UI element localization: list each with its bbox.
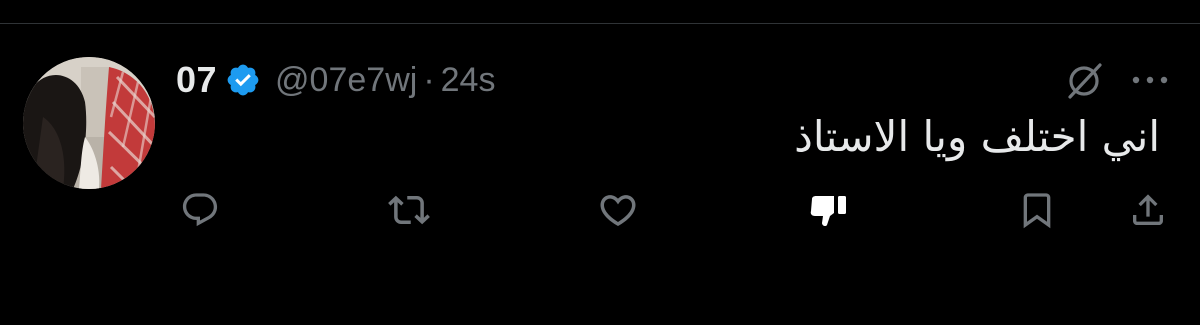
- separator-dot: ·: [423, 60, 435, 99]
- share-icon: [1128, 190, 1168, 230]
- thumbs-down-icon: [808, 189, 850, 231]
- bookmark-button[interactable]: [1015, 188, 1059, 232]
- avatar[interactable]: [23, 57, 155, 189]
- reply-icon: [180, 190, 220, 230]
- like-icon: [597, 189, 639, 231]
- dislike-button[interactable]: [807, 188, 851, 232]
- timestamp[interactable]: 24s: [441, 61, 496, 100]
- reply-button[interactable]: [178, 188, 222, 232]
- tweet-header: 07 @07e7wj · 24s: [176, 58, 495, 102]
- more-icon[interactable]: [1128, 70, 1172, 90]
- user-handle[interactable]: @07e7wj: [275, 61, 417, 100]
- tweet-text: اني اختلف ويا الاستاذ: [794, 112, 1160, 161]
- grok-icon[interactable]: [1064, 61, 1104, 101]
- bookmark-icon: [1017, 190, 1057, 230]
- retweet-icon: [388, 189, 430, 231]
- like-button[interactable]: [596, 188, 640, 232]
- share-button[interactable]: [1126, 188, 1170, 232]
- display-name[interactable]: 07: [176, 59, 217, 101]
- top-divider: [0, 23, 1200, 24]
- verified-badge-icon: [225, 62, 261, 98]
- retweet-button[interactable]: [387, 188, 431, 232]
